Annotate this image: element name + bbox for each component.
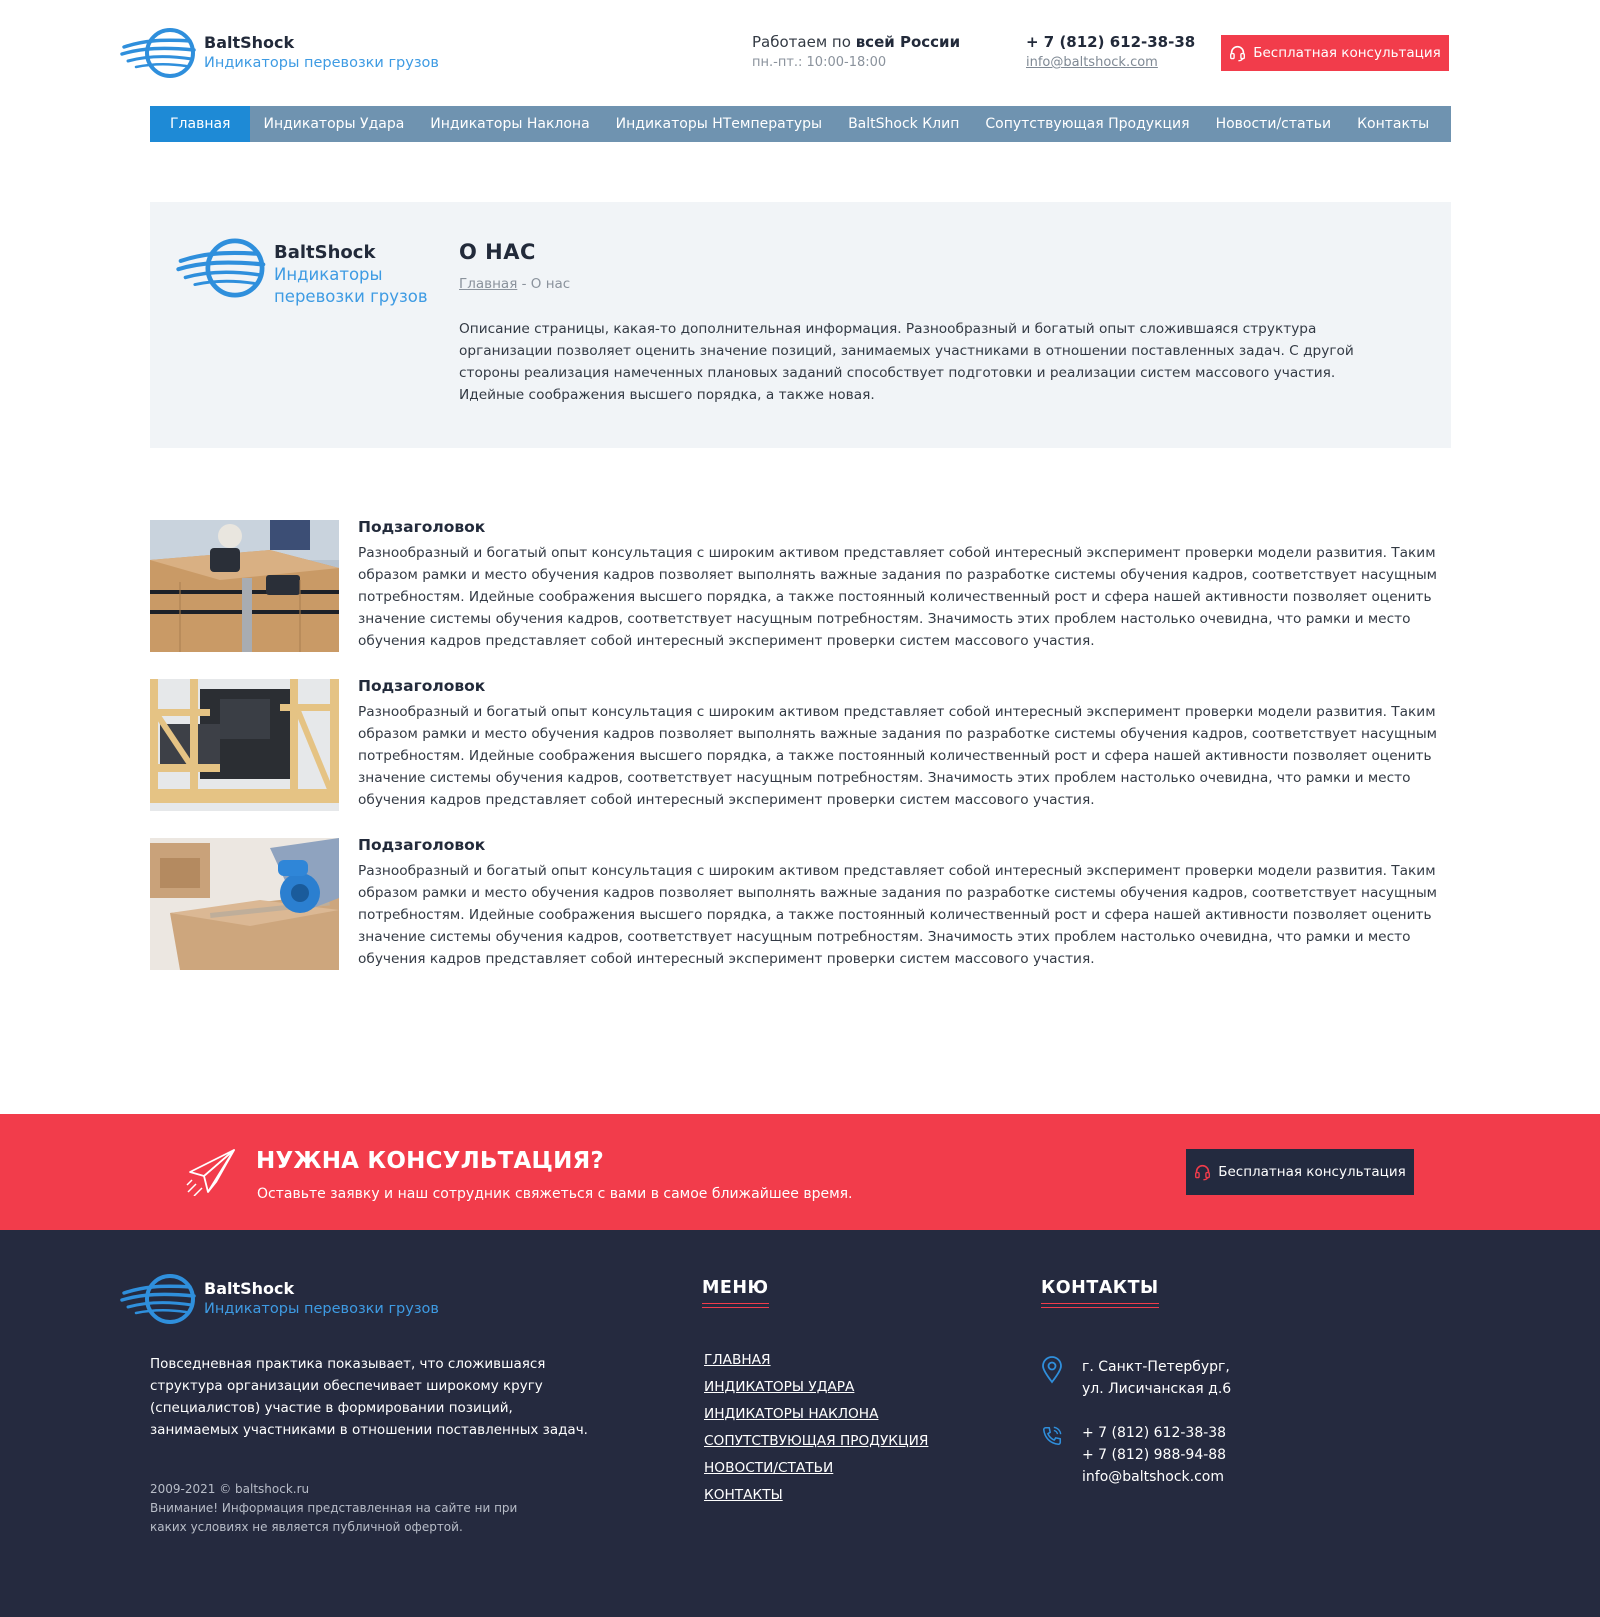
main-nav: Главная Индикаторы Удара Индикаторы Накл… xyxy=(150,106,1451,142)
footer-menu: ГЛАВНАЯ ИНДИКАТОРЫ УДАРА ИНДИКАТОРЫ НАКЛ… xyxy=(704,1352,928,1514)
headset-icon xyxy=(1195,1164,1211,1180)
banner-title: НУЖНА КОНСУЛЬТАЦИЯ? xyxy=(256,1148,604,1174)
banner-consultation-button-label: Бесплатная консультация xyxy=(1218,1164,1406,1180)
footer-phone-2[interactable]: + 7 (812) 988-94-88 xyxy=(1082,1444,1226,1466)
footer-menu-item-related-products[interactable]: СОПУТСТВУЮЩАЯ ПРОДУКЦИЯ xyxy=(704,1433,928,1460)
location-pin-icon xyxy=(1042,1356,1062,1384)
box-strapping-photo xyxy=(150,520,339,652)
about-logo-name: BaltShock xyxy=(274,242,376,263)
nav-item-clip[interactable]: BaltShock Клип xyxy=(835,106,972,142)
footer-email[interactable]: info@baltshock.com xyxy=(1082,1466,1226,1488)
nav-item-contacts[interactable]: Контакты xyxy=(1344,106,1442,142)
breadcrumb-home-link[interactable]: Главная xyxy=(459,276,517,292)
footer-phone-1[interactable]: + 7 (812) 612-38-38 xyxy=(1082,1422,1226,1444)
logo-tagline: Индикаторы перевозки грузов xyxy=(204,55,439,71)
site-header: BaltShock Индикаторы перевозки грузов Ра… xyxy=(0,0,1600,100)
paper-plane-icon xyxy=(186,1149,235,1196)
about-section: BaltShock Индикаторы перевозки грузов О … xyxy=(150,202,1451,448)
logo-name: BaltShock xyxy=(204,33,295,52)
footer-copyright: 2009-2021 © baltshock.ru xyxy=(150,1482,310,1496)
footer-menu-item-contacts[interactable]: КОНТАКТЫ xyxy=(704,1487,928,1514)
header-contacts: + 7 (812) 612-38-38 info@baltshock.com xyxy=(1026,32,1195,70)
about-logo-tagline-1: Индикаторы xyxy=(274,265,383,284)
work-region: Работаем по всей России пн.-пт.: 10:00-1… xyxy=(752,32,960,70)
work-region-bold: всей России xyxy=(855,33,961,51)
logo-globe-icon xyxy=(176,238,266,298)
footer-disclaimer: Внимание! Информация представленная на с… xyxy=(150,1501,518,1534)
page-title: О НАС xyxy=(459,240,536,264)
consultation-button-label: Бесплатная консультация xyxy=(1253,45,1441,61)
nav-item-home[interactable]: Главная xyxy=(150,106,251,142)
footer-address: г. Санкт-Петербург, ул. Лисичанская д.6 xyxy=(1041,1356,1231,1400)
article-title: Подзаголовок xyxy=(358,677,486,695)
banner-consultation-button[interactable]: Бесплатная консультация xyxy=(1186,1149,1414,1195)
logo-globe-icon xyxy=(120,1274,196,1324)
footer-logo-tagline: Индикаторы перевозки грузов xyxy=(204,1301,439,1317)
breadcrumb: Главная - О нас xyxy=(459,276,570,292)
article-list: Подзаголовок Разнообразный и богатый опы… xyxy=(150,518,1450,997)
work-hours: пн.-пт.: 10:00-18:00 xyxy=(752,55,887,70)
article-text: Разнообразный и богатый опыт консультаци… xyxy=(358,545,1437,649)
wooden-crate-photo xyxy=(150,679,339,811)
headset-icon xyxy=(1230,45,1246,61)
about-logo-tagline-2: перевозки грузов xyxy=(274,287,428,306)
header-logo[interactable]: BaltShock Индикаторы перевозки грузов xyxy=(120,26,439,80)
banner-subtitle: Оставьте заявку и наш сотрудник свяжетьс… xyxy=(257,1186,853,1202)
about-logo: BaltShock Индикаторы перевозки грузов xyxy=(176,236,428,308)
footer-logo[interactable]: BaltShock Индикаторы перевозки грузов xyxy=(120,1272,439,1326)
footer-menu-item-shock-indicators[interactable]: ИНДИКАТОРЫ УДАРА xyxy=(704,1379,928,1406)
nav-item-related-products[interactable]: Сопутствующая Продукция xyxy=(972,106,1202,142)
nav-item-shock-indicators[interactable]: Индикаторы Удара xyxy=(250,106,417,142)
phone-icon xyxy=(1042,1426,1062,1446)
article-item: Подзаголовок Разнообразный и богатый опы… xyxy=(150,518,1450,679)
footer-logo-name: BaltShock xyxy=(204,1279,295,1298)
footer-legal: 2009-2021 © baltshock.ru Внимание! Инфор… xyxy=(150,1480,550,1537)
breadcrumb-current: - О нас xyxy=(521,276,571,292)
article-item: Подзаголовок Разнообразный и богатый опы… xyxy=(150,677,1450,838)
tape-dispenser-photo xyxy=(150,838,339,970)
article-title: Подзаголовок xyxy=(358,836,486,854)
article-item: Подзаголовок Разнообразный и богатый опы… xyxy=(150,836,1450,997)
footer-menu-item-tilt-indicators[interactable]: ИНДИКАТОРЫ НАКЛОНА xyxy=(704,1406,928,1433)
consultation-banner: НУЖНА КОНСУЛЬТАЦИЯ? Оставьте заявку и на… xyxy=(0,1114,1600,1230)
logo-globe-icon xyxy=(120,28,196,78)
work-prefix: Работаем по xyxy=(752,33,851,51)
header-phone[interactable]: + 7 (812) 612-38-38 xyxy=(1026,32,1195,52)
footer-menu-item-home[interactable]: ГЛАВНАЯ xyxy=(704,1352,928,1379)
footer-menu-title: МЕНЮ xyxy=(702,1278,769,1308)
consultation-button[interactable]: Бесплатная консультация xyxy=(1221,35,1449,71)
nav-item-news[interactable]: Новости/статьи xyxy=(1203,106,1345,142)
footer-phones: + 7 (812) 612-38-38 + 7 (812) 988-94-88 … xyxy=(1041,1422,1226,1488)
footer-address-line2: ул. Лисичанская д.6 xyxy=(1082,1381,1232,1397)
footer-contacts-title: КОНТАКТЫ xyxy=(1041,1278,1159,1308)
footer-about-text: Повседневная практика показывает, что сл… xyxy=(150,1356,588,1438)
page-description: Описание страницы, какая-то дополнительн… xyxy=(459,321,1354,403)
article-text: Разнообразный и богатый опыт консультаци… xyxy=(358,704,1437,808)
article-text: Разнообразный и богатый опыт консультаци… xyxy=(358,863,1437,967)
site-footer: BaltShock Индикаторы перевозки грузов По… xyxy=(0,1230,1600,1617)
header-email-link[interactable]: info@baltshock.com xyxy=(1026,55,1195,70)
nav-item-tilt-indicators[interactable]: Индикаторы Наклона xyxy=(417,106,602,142)
footer-address-line1: г. Санкт-Петербург, xyxy=(1082,1359,1230,1375)
footer-menu-item-news[interactable]: НОВОСТИ/СТАТЬИ xyxy=(704,1460,928,1487)
nav-item-temperature-indicators[interactable]: Индикаторы НТемпературы xyxy=(603,106,835,142)
article-title: Подзаголовок xyxy=(358,518,486,536)
